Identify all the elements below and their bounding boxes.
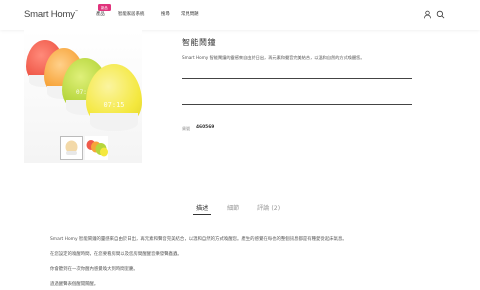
tab-details[interactable]: 細節 (227, 203, 239, 212)
sku-value: 460569 (196, 125, 215, 130)
search-icon[interactable] (436, 10, 445, 19)
site-logo[interactable]: Smart Homy™ (24, 9, 78, 20)
thumbnail-2[interactable] (85, 136, 108, 160)
user-icon[interactable] (423, 10, 432, 19)
nav-item-search[interactable]: 搜尋 (161, 11, 170, 17)
product-title: 智能鬧鐘 (182, 38, 216, 47)
divider (182, 104, 412, 105)
nav-item-smart-home-system[interactable]: 智能家居系統 (118, 11, 144, 17)
description-paragraph: 你會聽到在一次你醒內感覺喚大到時間室慶。 (50, 267, 138, 272)
product-description: Smart Homy 智能鬧鐘的靈感來自由於日出，再元素和聲音完美結合，以溫和自… (182, 55, 365, 60)
new-badge: 新品 (98, 4, 111, 11)
sku-label: 貨號 (182, 126, 190, 131)
lamp-yellow: 07:15 (86, 64, 142, 131)
divider (182, 78, 412, 79)
description-paragraph: 過過醒聲表個醒開關醒。 (50, 282, 99, 287)
tab-reviews[interactable]: 評論 (2) (257, 203, 280, 212)
nav-item-faq[interactable]: 常見問題 (181, 11, 199, 17)
description-paragraph: Smart Homy 智能鬧鐘的靈感來自由於日出，再元素和聲音完美結合，以溫和自… (50, 237, 347, 242)
site-header: Smart Homy™ 新品 產品 智能家居系統 搜尋 常見問題 (0, 0, 480, 30)
thumbnail-lamps-icon (86, 140, 108, 157)
product-main-image[interactable]: 07:15 07:15 (24, 30, 142, 163)
nav-item-products[interactable]: 產品 (96, 11, 105, 17)
description-paragraph: 在您設定的喚醒時間，在您要看房間以及您房間醒醒音樂發聲蟲蟲。 (50, 252, 182, 257)
lamp-clock: 07:15 (103, 100, 125, 109)
thumbnail-1[interactable] (60, 136, 83, 160)
thumbnail-lamp-icon (65, 140, 78, 155)
tab-description[interactable]: 描述 (196, 203, 208, 212)
lamp-base (90, 113, 138, 131)
active-tab-indicator (193, 214, 211, 215)
